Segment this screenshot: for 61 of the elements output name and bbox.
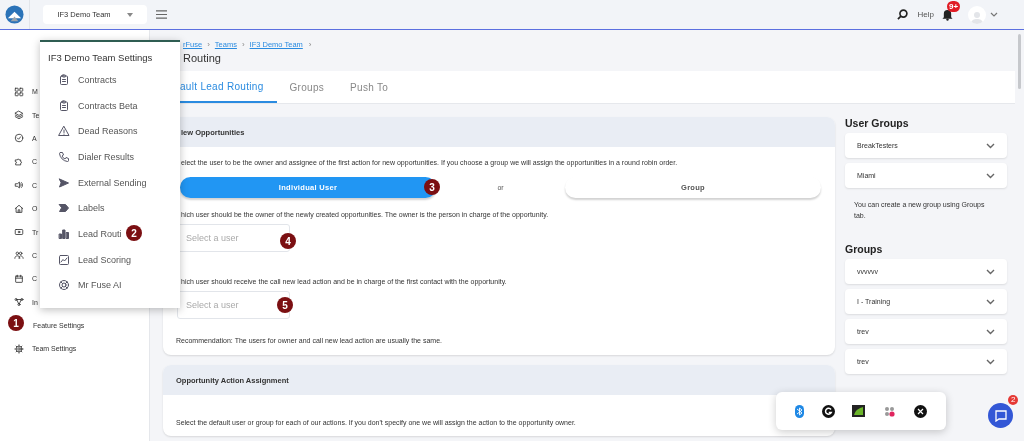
dots-icon[interactable] bbox=[883, 404, 897, 418]
menu-title: IF3 Demo Team Settings bbox=[47, 51, 153, 65]
notification-badge: 9+ bbox=[947, 0, 961, 12]
scrollbar-thumb[interactable] bbox=[1018, 34, 1021, 89]
bar-chart-icon bbox=[58, 227, 70, 240]
phone-icon bbox=[58, 150, 70, 163]
page-title: Routing bbox=[182, 51, 222, 66]
menu-item[interactable]: Contracts Beta bbox=[58, 99, 138, 112]
menu-item[interactable]: Dialer Results bbox=[58, 150, 135, 163]
caret-icon bbox=[126, 12, 133, 17]
tab[interactable]: Push To bbox=[337, 71, 402, 103]
clipboard-icon bbox=[58, 99, 70, 112]
app-icon[interactable] bbox=[852, 405, 866, 417]
grid-icon bbox=[14, 86, 24, 97]
search-icon[interactable] bbox=[896, 9, 908, 20]
clipboard-icon bbox=[58, 73, 70, 86]
logo-icon bbox=[5, 5, 24, 24]
speaker-icon bbox=[14, 180, 24, 191]
menu-item[interactable]: Lead Scoring bbox=[58, 253, 132, 266]
settings-icon bbox=[14, 344, 24, 354]
people-icon bbox=[14, 250, 24, 261]
chevron-icon bbox=[986, 268, 995, 275]
bluetooth-icon[interactable] bbox=[794, 404, 804, 418]
menu-icon[interactable] bbox=[156, 10, 167, 19]
bell-icon[interactable] bbox=[942, 8, 953, 21]
layers-icon bbox=[14, 110, 24, 121]
chevron-icon bbox=[986, 142, 995, 149]
panel-title: Groups bbox=[845, 243, 884, 257]
g-logo-icon[interactable] bbox=[821, 404, 835, 418]
home-icon bbox=[14, 203, 24, 214]
help-link[interactable]: Help bbox=[917, 10, 934, 19]
tag-icon bbox=[58, 202, 70, 215]
breadcrumb-separator: › bbox=[308, 39, 312, 49]
breadcrumb-separator: › bbox=[207, 39, 210, 49]
menu-item[interactable]: Labels bbox=[58, 202, 105, 215]
chevron-icon bbox=[986, 172, 995, 179]
ticket-icon bbox=[14, 227, 24, 238]
tab[interactable]: Groups bbox=[276, 71, 338, 103]
chat-button[interactable] bbox=[988, 403, 1013, 428]
panel-title: User Groups bbox=[845, 117, 910, 131]
chart-card-icon bbox=[58, 253, 70, 266]
chevron-icon bbox=[986, 298, 995, 305]
menu-item[interactable]: Lead Routi bbox=[58, 227, 122, 240]
menu-item[interactable]: Dead Reasons bbox=[58, 125, 138, 138]
menu-item[interactable]: External Sending bbox=[58, 176, 147, 189]
calendar-icon bbox=[14, 273, 24, 284]
network-icon bbox=[14, 297, 24, 308]
chat-icon bbox=[994, 409, 1007, 422]
send-icon bbox=[58, 176, 70, 189]
lifebuoy-icon bbox=[58, 279, 70, 292]
chat-badge: 2 bbox=[1008, 395, 1019, 405]
chevron-icon bbox=[986, 358, 995, 365]
breadcrumb-separator: › bbox=[241, 39, 245, 49]
menu-item[interactable]: Contracts bbox=[58, 73, 117, 86]
warning-icon bbox=[58, 125, 70, 138]
check-circle-icon bbox=[14, 133, 24, 144]
chevron-icon[interactable] bbox=[990, 12, 998, 17]
menu-item[interactable]: Mr Fuse AI bbox=[58, 279, 122, 292]
chevron-icon bbox=[986, 328, 995, 335]
circle-logo-icon[interactable] bbox=[914, 404, 928, 418]
puzzle-icon bbox=[14, 156, 24, 167]
